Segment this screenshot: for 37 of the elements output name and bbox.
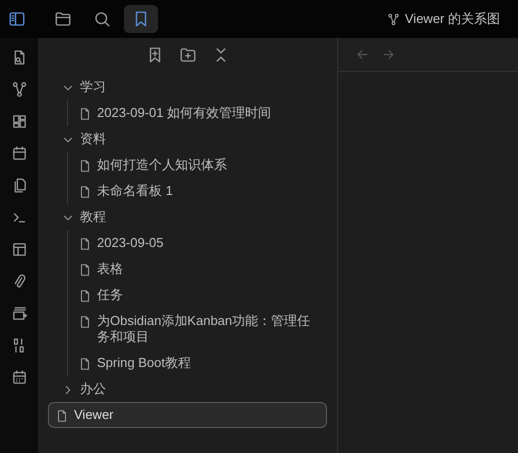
calendar-icon xyxy=(10,144,28,162)
bookmark-item[interactable]: Viewer xyxy=(48,402,327,428)
add-card-icon xyxy=(10,304,28,322)
graph-icon xyxy=(10,80,28,98)
calendar-icon xyxy=(10,368,28,386)
bookmark-item[interactable]: 2023-09-05 xyxy=(68,230,327,256)
file-icon xyxy=(78,106,92,120)
sidebar-tab[interactable] xyxy=(124,5,158,33)
bookmark-item[interactable]: 未命名看板 1 xyxy=(68,178,327,204)
bookmark-item[interactable]: Spring Boot教程 xyxy=(68,350,327,376)
arrow-right-icon xyxy=(380,47,396,62)
file-icon xyxy=(78,158,92,172)
graph-icon xyxy=(386,12,400,26)
folder-icon xyxy=(54,10,72,28)
bookmark-folder[interactable]: 学习 xyxy=(48,74,327,100)
file-icon xyxy=(78,184,92,198)
bookmark-item[interactable]: 表格 xyxy=(68,256,327,282)
bookmark-item[interactable]: 为Obsidian添加Kanban功能：管理任务和项目 xyxy=(68,308,327,350)
grid-icon xyxy=(10,112,28,130)
file-icon xyxy=(78,288,92,302)
arrow-left-icon xyxy=(354,47,370,62)
sidebar-icon xyxy=(8,10,26,28)
file-icon xyxy=(78,236,92,250)
layout-icon xyxy=(10,240,28,258)
bookmark-item[interactable]: 如何打造个人知识体系 xyxy=(68,152,327,178)
bookmark-folder[interactable]: 教程 xyxy=(48,204,327,230)
bookmark-folder[interactable]: 办公 xyxy=(48,376,327,402)
file-icon xyxy=(55,408,69,422)
bookmark-folder[interactable]: 资料 xyxy=(48,126,327,152)
file-icon xyxy=(78,356,92,370)
bookmark-item[interactable]: 任务 xyxy=(68,282,327,308)
bookmark-item[interactable]: 2023-09-01 如何有效管理时间 xyxy=(68,100,327,126)
search-icon xyxy=(93,10,111,28)
tab-title: Viewer 的关系图 xyxy=(404,10,500,28)
folder-plus-icon xyxy=(178,46,196,64)
file-icon xyxy=(78,262,92,276)
file-icon xyxy=(78,314,92,328)
